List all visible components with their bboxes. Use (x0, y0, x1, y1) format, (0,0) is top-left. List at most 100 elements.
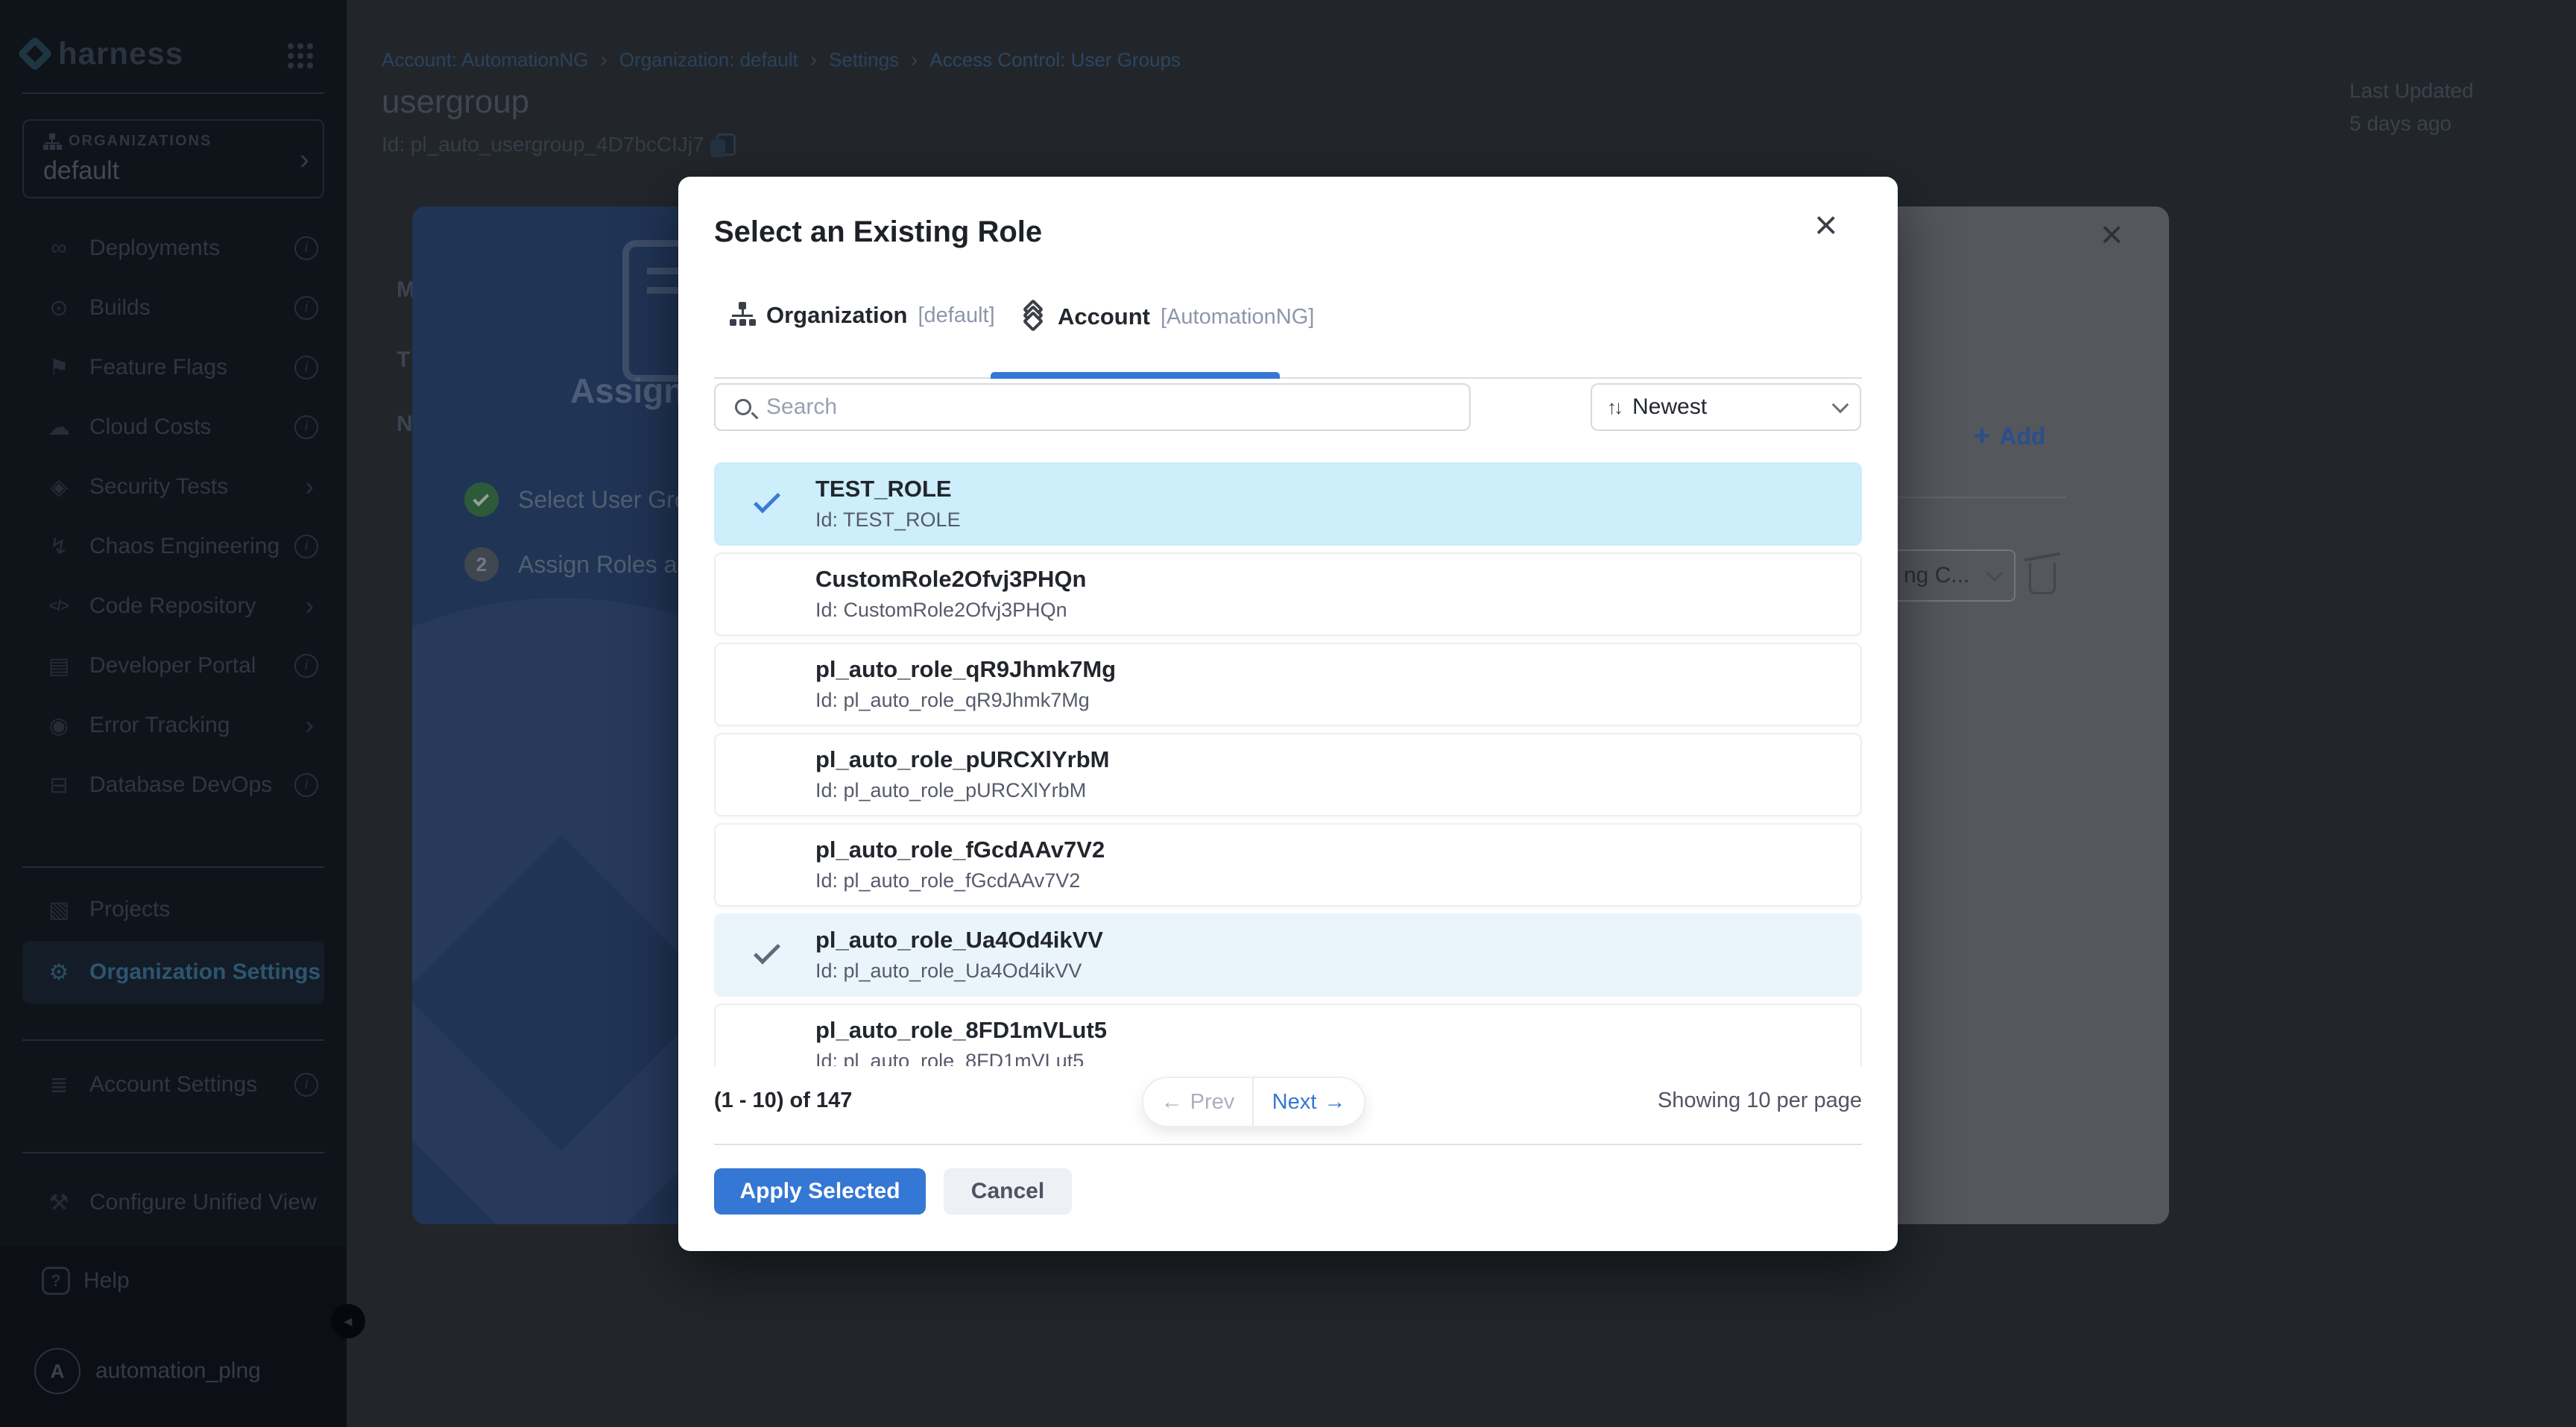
sidebar-item-organization-settings[interactable]: ⚙ Organization Settings (22, 941, 324, 1004)
sidebar-item-code-repository[interactable]: </> Code Repository › (0, 576, 347, 636)
role-list-item[interactable]: pl_auto_role_pURCXlYrbM Id: pl_auto_role… (714, 733, 1862, 816)
sidebar-item-label: Code Repository (89, 593, 306, 619)
breadcrumb-settings[interactable]: Settings (829, 48, 899, 72)
tab-organization[interactable]: Organization [default] (729, 302, 995, 329)
wizard-step-label: Select User Gro (518, 486, 688, 514)
prev-page-button[interactable]: ← Prev (1143, 1078, 1254, 1126)
role-list-item[interactable]: pl_auto_role_fGcdAAv7V2 Id: pl_auto_role… (714, 823, 1862, 907)
step-number-icon: 2 (464, 547, 499, 582)
role-list-item[interactable]: CustomRole2Ofvj3PHQn Id: CustomRole2Ofvj… (714, 552, 1862, 636)
entity-id-row: Id: pl_auto_usergroup_4D7bcCIJj7 (382, 133, 736, 157)
code-repository-icon: </> (42, 598, 76, 615)
cloud-costs-icon: ☁ (42, 415, 76, 441)
sidebar-item-label: Developer Portal (89, 653, 294, 678)
next-label: Next (1272, 1090, 1317, 1115)
wizard-step-2[interactable]: 2 Assign Roles an (464, 547, 690, 582)
user-menu[interactable]: A automation_plng (34, 1348, 261, 1394)
wizard-step-label: Assign Roles an (518, 551, 690, 579)
role-name: pl_auto_role_8FD1mVLut5 (815, 1017, 1107, 1044)
org-selector-value: default (43, 157, 119, 186)
harness-logo-icon (17, 36, 53, 72)
builds-icon: ⊙ (42, 295, 76, 321)
app-grid-icon[interactable] (288, 43, 294, 49)
info-icon[interactable]: i (294, 296, 318, 320)
collapse-arrow-icon: ◂ (344, 1311, 352, 1331)
sidebar: harness ORGANIZATIONS default › ∞ (0, 0, 347, 1427)
pagination-range: (1 - 10) of 147 (714, 1089, 852, 1113)
chevron-down-icon (1832, 397, 1849, 414)
role-id: Id: pl_auto_role_pURCXlYrbM (815, 779, 1086, 802)
info-icon[interactable]: i (294, 654, 318, 678)
harness-logo[interactable]: harness (22, 33, 183, 75)
cancel-button[interactable]: Cancel (944, 1168, 1072, 1215)
sidebar-item-projects[interactable]: ▧ Projects (0, 880, 347, 939)
apply-selected-button[interactable]: Apply Selected (714, 1168, 926, 1215)
chevron-right-icon: › (300, 143, 309, 177)
add-role-binding-button[interactable]: + Add (1974, 420, 2045, 453)
sidebar-item-label: Chaos Engineering (89, 534, 294, 559)
trash-icon[interactable] (2029, 563, 2056, 594)
info-icon[interactable]: i (294, 1073, 318, 1097)
breadcrumb-separator: › (911, 48, 918, 72)
user-name: automation_plng (95, 1358, 261, 1384)
app-screen: harness ORGANIZATIONS default › ∞ (0, 0, 2576, 1427)
sidebar-dock: ? Help A automation_plng (0, 1246, 347, 1427)
info-icon[interactable]: i (294, 415, 318, 439)
role-list-item[interactable]: TEST_ROLE Id: TEST_ROLE (714, 462, 1862, 546)
sidebar-item-developer-portal[interactable]: ▤ Developer Portal i (0, 636, 347, 696)
info-icon[interactable]: i (294, 535, 318, 558)
close-icon[interactable]: × (2100, 212, 2123, 257)
sidebar-item-label: Deployments (89, 236, 294, 261)
role-id: Id: pl_auto_role_qR9Jhmk7Mg (815, 689, 1090, 712)
breadcrumb-account[interactable]: Account: AutomationNG (382, 48, 588, 72)
divider (714, 1144, 1862, 1145)
sidebar-collapse-button[interactable]: ◂ (331, 1304, 365, 1338)
role-list-item[interactable]: pl_auto_role_8FD1mVLut5 Id: pl_auto_role… (714, 1004, 1862, 1066)
info-icon[interactable]: i (294, 773, 318, 797)
role-list: TEST_ROLE Id: TEST_ROLE CustomRole2Ofvj3… (714, 462, 1862, 1066)
sidebar-item-chaos-engineering[interactable]: ↯ Chaos Engineering i (0, 517, 347, 576)
tab-account[interactable]: Account [AutomationNG] (1020, 302, 1314, 332)
sidebar-item-help[interactable]: ? Help (42, 1267, 130, 1295)
sidebar-item-database-devops[interactable]: ⊟ Database DevOps i (0, 755, 347, 815)
org-selector[interactable]: ORGANIZATIONS default › (22, 119, 324, 198)
sidebar-item-account-settings[interactable]: ≣ Account Settings i (0, 1055, 347, 1115)
wizard-step-1[interactable]: Select User Gro (464, 482, 688, 517)
search-input[interactable] (751, 394, 1469, 420)
role-name: pl_auto_role_fGcdAAv7V2 (815, 837, 1105, 863)
sort-select[interactable]: ↑↓ Newest (1591, 383, 1861, 431)
org-selector-kicker: ORGANIZATIONS (69, 133, 212, 150)
next-page-button[interactable]: Next → (1254, 1078, 1364, 1126)
chevron-right-icon: › (306, 711, 314, 740)
sidebar-item-cloud-costs[interactable]: ☁ Cloud Costs i (0, 397, 347, 457)
sidebar-item-configure-unified-view[interactable]: ⚒ Configure Unified View (0, 1173, 347, 1232)
clipped-text-fragment: T (397, 347, 412, 373)
sidebar-item-builds[interactable]: ⊙ Builds i (0, 278, 347, 338)
role-name: pl_auto_role_qR9Jhmk7Mg (815, 656, 1116, 683)
sidebar-item-feature-flags[interactable]: ⚑ Feature Flags i (0, 338, 347, 397)
sidebar-item-security-tests[interactable]: ◈ Security Tests › (0, 457, 347, 517)
sort-value: Newest (1632, 394, 1707, 420)
sidebar-item-label: Database DevOps (89, 772, 294, 798)
developer-portal-icon: ▤ (42, 653, 76, 679)
clipped-text-fragment: M (397, 277, 412, 303)
last-updated-value: 5 days ago (2349, 107, 2474, 140)
prev-label: Prev (1190, 1090, 1235, 1115)
info-icon[interactable]: i (294, 356, 318, 379)
info-icon[interactable]: i (294, 236, 318, 260)
role-id: Id: pl_auto_role_Ua4Od4ikVV (815, 960, 1082, 983)
breadcrumb-organization[interactable]: Organization: default (619, 48, 798, 72)
copy-icon[interactable] (716, 133, 736, 156)
select-role-dialog: Select an Existing Role × Organization [… (678, 177, 1898, 1251)
role-list-item[interactable]: pl_auto_role_Ua4Od4ikVV Id: pl_auto_role… (714, 913, 1862, 997)
avatar: A (34, 1348, 80, 1394)
sidebar-item-deployments[interactable]: ∞ Deployments i (0, 218, 347, 278)
role-list-item[interactable]: pl_auto_role_qR9Jhmk7Mg Id: pl_auto_role… (714, 643, 1862, 726)
layers-icon: ≣ (42, 1072, 76, 1098)
active-tab-indicator (991, 372, 1280, 379)
sidebar-item-error-tracking[interactable]: ◉ Error Tracking › (0, 696, 347, 755)
sidebar-item-label: Configure Unified View (89, 1190, 347, 1215)
role-id: Id: TEST_ROLE (815, 508, 961, 532)
close-icon[interactable]: × (1814, 205, 1838, 245)
check-icon (754, 937, 780, 964)
